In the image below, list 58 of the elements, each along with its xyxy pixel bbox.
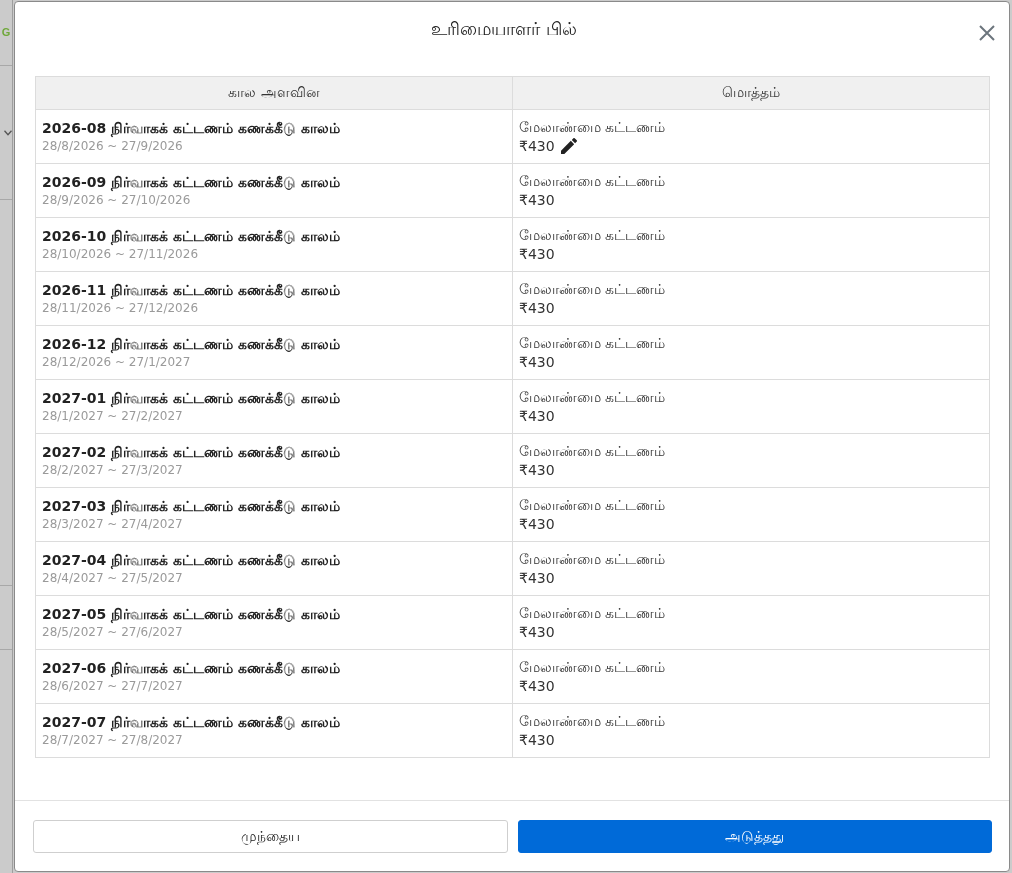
period-title: 2027-07 நிர்வாகக் கட்டணம் கணக்கீடு காலம்: [42, 714, 341, 732]
amount-text: ₹430: [519, 516, 555, 532]
fee-label: மேலாண்மை கட்டணம்: [519, 335, 667, 353]
fee-label: மேலாண்மை கட்டணம்: [519, 497, 667, 515]
period-title: 2026-08 நிர்வாகக் கட்டணம் கணக்கீடு காலம்: [42, 120, 341, 138]
amount-text: ₹430: [519, 354, 555, 370]
amount-text: ₹430: [519, 246, 555, 262]
date-range: 28/6/2027 ~ 27/7/2027: [42, 679, 184, 693]
date-range: 28/5/2027 ~ 27/6/2027: [42, 625, 184, 639]
period-title: 2027-01 நிர்வாகக் கட்டணம் கணக்கீடு காலம்: [42, 390, 341, 408]
chevron-down-icon: [4, 130, 12, 136]
fee-label: மேலாண்மை கட்டணம்: [519, 605, 667, 623]
amount-text: ₹430: [519, 192, 555, 208]
date-range: 28/4/2027 ~ 27/5/2027: [42, 571, 184, 585]
fee-label: மேலாண்மை கட்டணம்: [519, 227, 667, 245]
period-title: 2026-09 நிர்வாகக் கட்டணம் கணக்கீடு காலம்: [42, 174, 341, 192]
date-range: 28/1/2027 ~ 27/2/2027: [42, 409, 184, 423]
fee-label: மேலாண்மை கட்டணம்: [519, 443, 667, 461]
amount-text: ₹430: [519, 408, 555, 424]
column-header: மொத்தம்: [512, 76, 990, 110]
period-title: 2026-11 நிர்வாகக் கட்டணம் கணக்கீடு காலம்: [42, 282, 341, 300]
amount-text: ₹430: [519, 570, 555, 586]
date-range: 28/9/2026 ~ 27/10/2026: [42, 193, 192, 207]
fee-label: மேலாண்மை கட்டணம்: [519, 281, 667, 299]
fee-label: மேலாண்மை கட்டணம்: [519, 173, 667, 191]
period-title: 2026-10 நிர்வாகக் கட்டணம் கணக்கீடு காலம்: [42, 228, 341, 246]
column-header: கால அளவின: [35, 76, 513, 110]
amount-text: ₹430: [519, 732, 555, 748]
fee-label: மேலாண்மை கட்டணம்: [519, 659, 667, 677]
date-range: 28/7/2027 ~ 27/8/2027: [42, 733, 184, 747]
date-range: 28/2/2027 ~ 27/3/2027: [42, 463, 184, 477]
fee-label: மேலாண்மை கட்டணம்: [519, 389, 667, 407]
next-button[interactable]: அடுத்தது: [517, 820, 992, 853]
period-title: 2027-04 நிர்வாகக் கட்டணம் கணக்கீடு காலம்: [42, 552, 341, 570]
fee-label: மேலாண்மை கட்டணம்: [519, 551, 667, 569]
period-title: 2027-02 நிர்வாகக் கட்டணம் கணக்கீடு காலம்: [42, 444, 341, 462]
close-button[interactable]: [977, 23, 997, 43]
fee-label: மேலாண்மை கட்டணம்: [519, 119, 667, 137]
amount-text: ₹430: [519, 300, 555, 316]
amount-text: ₹430: [519, 678, 555, 694]
period-title: 2027-06 நிர்வாகக் கட்டணம் கணக்கீடு காலம்: [42, 660, 341, 678]
date-range: 28/8/2026 ~ 27/9/2026: [42, 139, 184, 153]
amount-text: ₹430: [519, 138, 555, 154]
close-icon: [979, 25, 995, 41]
date-range: 28/10/2026 ~ 27/11/2026: [42, 247, 199, 261]
date-range: 28/11/2026 ~ 27/12/2026: [42, 301, 199, 315]
period-title: 2027-05 நிர்வாகக் கட்டணம் கணக்கீடு காலம்: [42, 606, 341, 624]
date-range: 28/12/2026 ~ 27/1/2027: [42, 355, 192, 369]
logo-text: G: [1, 25, 11, 38]
dialog-title: உரிமையாளர் பில்: [431, 18, 577, 41]
period-title: 2026-12 நிர்வாகக் கட்டணம் கணக்கீடு காலம்: [42, 336, 341, 354]
period-title: 2027-03 நிர்வாகக் கட்டணம் கணக்கீடு காலம்: [42, 498, 341, 516]
previous-button[interactable]: முந்தைய: [33, 820, 508, 853]
pencil-icon[interactable]: [560, 138, 577, 154]
amount-text: ₹430: [519, 624, 555, 640]
amount-text: ₹430: [519, 462, 555, 478]
fee-label: மேலாண்மை கட்டணம்: [519, 713, 667, 731]
date-range: 28/3/2027 ~ 27/4/2027: [42, 517, 184, 531]
